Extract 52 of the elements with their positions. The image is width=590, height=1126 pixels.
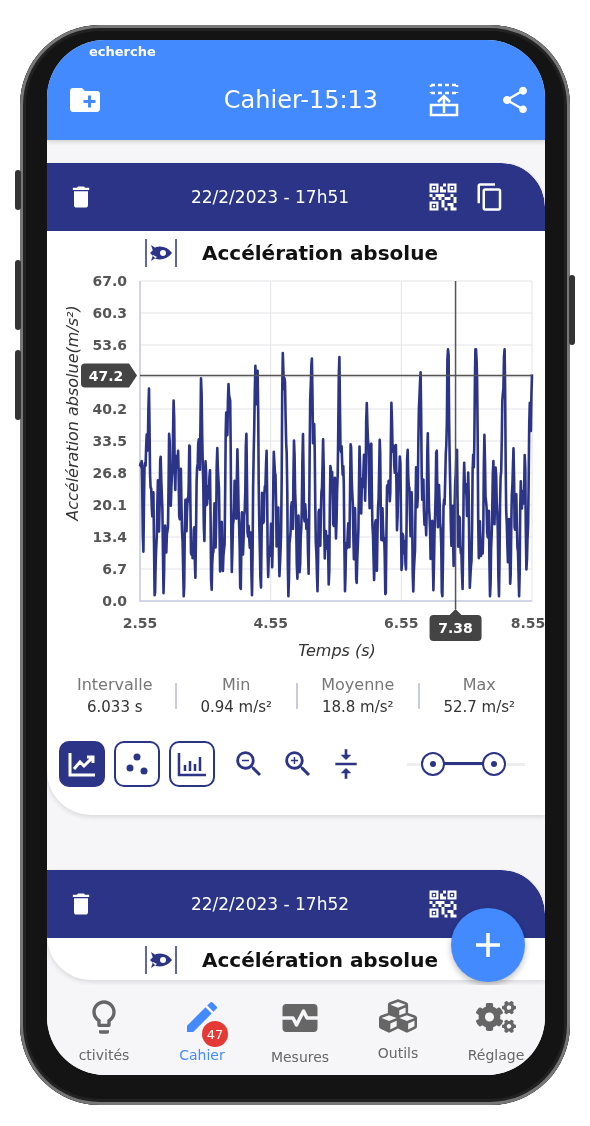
y-tick-label: 60.3 — [92, 305, 127, 321]
x-tick-label: 8.55 — [510, 615, 545, 631]
nav-tab[interactable]: Mesures — [251, 985, 349, 1075]
entry-date: 22/2/2023 - 17h51 — [189, 187, 351, 207]
chart-type-button[interactable] — [169, 741, 215, 787]
cubes-icon — [379, 997, 417, 1035]
status-text: echerche — [89, 44, 157, 60]
stat-value: 52.7 m/s² — [443, 698, 516, 716]
stat-value: 6.033 s — [87, 698, 143, 716]
upload-tray-icon — [429, 83, 459, 117]
count-badge: 47 — [202, 1021, 228, 1047]
x-axis-title: Temps (s) — [298, 641, 376, 660]
nav-tab[interactable]: 47 Cahier — [153, 985, 251, 1075]
sensor-title: Accélération absolue — [202, 948, 438, 972]
cursor-y-tooltip: 47.2 — [81, 363, 137, 388]
chart-type-button[interactable] — [114, 741, 160, 787]
plus-icon — [474, 931, 502, 959]
y-tick-label: 0.0 — [102, 593, 127, 609]
y-tick-label: 6.7 — [102, 561, 127, 577]
y-tick-label: 33.5 — [92, 433, 127, 449]
rocket-icon — [144, 238, 178, 268]
slider-thumb[interactable] — [482, 752, 507, 776]
y-tick-label: 20.1 — [92, 497, 127, 513]
y-tick-label: 40.2 — [92, 401, 127, 417]
nav-tab[interactable]: Outils — [349, 985, 447, 1075]
upload-tray-button[interactable] — [429, 83, 459, 117]
cursor-x-tooltip: 7.38 — [429, 609, 482, 641]
y-tick-label: 67.0 — [92, 273, 127, 289]
chart-type-button[interactable] — [59, 741, 105, 787]
line-chart-icon — [68, 751, 96, 777]
x-tick-label: 4.55 — [253, 615, 288, 631]
stat-label: Moyenne — [321, 675, 395, 694]
x-tick-label: 2.55 — [122, 615, 158, 631]
y-tick-label: 13.4 — [92, 529, 127, 545]
stat-value: 0.94 m/s² — [200, 698, 273, 716]
stat-label: Max — [462, 675, 496, 694]
bar-chart-icon — [177, 751, 207, 777]
nav-tab[interactable]: Réglage — [447, 985, 545, 1075]
slider-thumb[interactable] — [420, 752, 445, 776]
nav-tab[interactable]: ctivités — [55, 985, 153, 1075]
entry-date: 22/2/2023 - 17h52 — [189, 894, 351, 914]
y-axis-title: Accélération absolue(m/s²) — [63, 305, 82, 521]
y-tick-label: 26.8 — [92, 465, 127, 481]
stat-label: Min — [222, 675, 251, 694]
rocket-icon — [144, 945, 178, 975]
stat-value: 18.8 m/s² — [321, 698, 394, 716]
x-tick-label: 6.55 — [384, 615, 419, 631]
sensor-title: Accélération absolue — [202, 241, 438, 265]
app-title: Cahier-15:13 — [222, 86, 380, 114]
scatter-icon — [124, 752, 150, 776]
y-tick-label: 53.6 — [92, 337, 127, 353]
stat-label: Intervalle — [76, 675, 153, 694]
